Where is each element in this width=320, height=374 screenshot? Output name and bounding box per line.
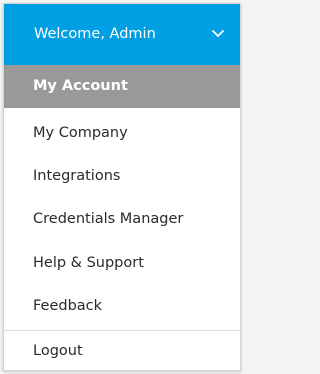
welcome-text: Welcome, Admin — [34, 26, 156, 42]
menu-item-label: Help & Support — [33, 255, 144, 271]
menu-item-label: My Account — [33, 78, 128, 94]
menu-item-integrations[interactable]: Integrations — [4, 155, 240, 198]
menu-item-label: My Company — [33, 125, 128, 141]
menu-item-my-account[interactable]: My Account — [4, 65, 240, 108]
menu-item-feedback[interactable]: Feedback — [4, 285, 240, 328]
menu-item-label: Feedback — [33, 298, 103, 314]
menu-item-label: Integrations — [33, 168, 121, 184]
menu-item-label: Credentials Manager — [33, 211, 184, 227]
user-menu-header[interactable]: Welcome, Admin — [4, 4, 240, 65]
chevron-down-icon[interactable] — [211, 29, 225, 39]
menu-item-logout[interactable]: Logout — [4, 330, 240, 373]
menu-item-label: Logout — [33, 343, 83, 359]
menu-item-help-support[interactable]: Help & Support — [4, 242, 240, 285]
menu-item-my-company[interactable]: My Company — [4, 112, 240, 155]
menu-item-credentials-manager[interactable]: Credentials Manager — [4, 198, 240, 241]
user-dropdown-menu: Welcome, Admin My Account My Company Int… — [3, 3, 241, 371]
